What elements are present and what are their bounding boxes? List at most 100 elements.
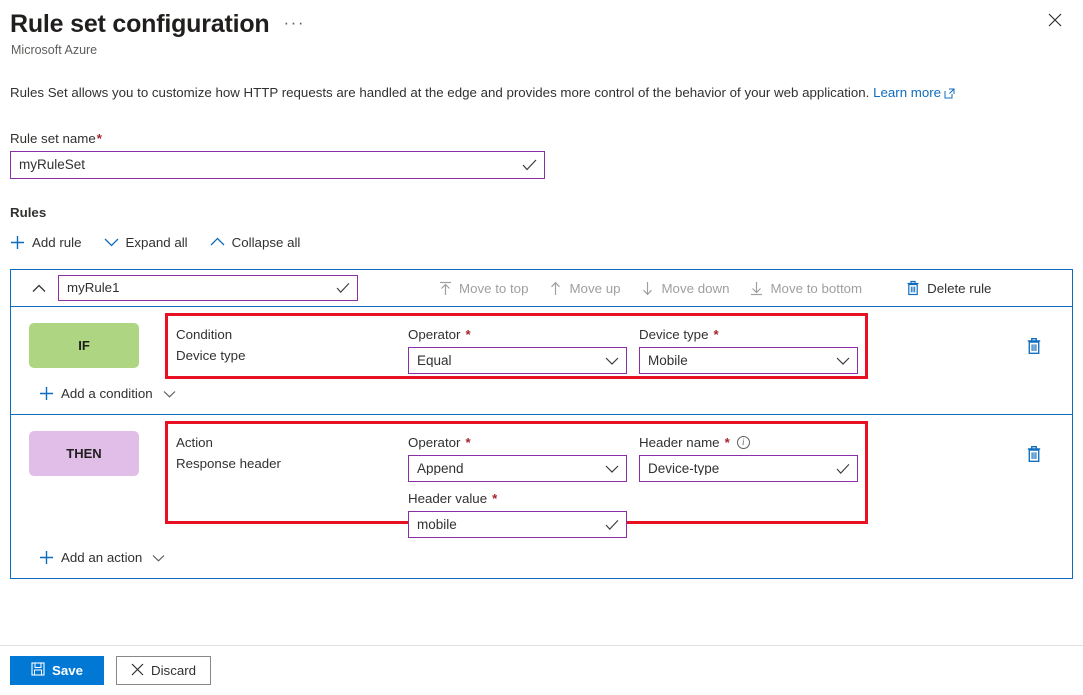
then-operator-label-text: Operator — [408, 434, 460, 451]
if-operator-label-text: Operator — [408, 326, 460, 343]
description-body: Rules Set allows you to customize how HT… — [10, 85, 869, 100]
then-operator-dropdown[interactable]: Append — [408, 455, 627, 482]
required-asterisk: * — [492, 490, 497, 507]
header-name-label-text: Header name — [639, 434, 720, 451]
header-value-value: mobile — [417, 518, 457, 532]
plus-icon — [10, 235, 25, 250]
description-text: Rules Set allows you to customize how HT… — [10, 84, 1083, 103]
move-to-bottom-icon — [750, 281, 763, 296]
rules-section: Rules Add rule Expand all Collapse all — [10, 205, 1083, 255]
arrow-up-icon — [549, 281, 562, 296]
title-row: Rule set configuration ··· — [10, 10, 1067, 39]
rule-collapse-toggle[interactable] — [28, 284, 50, 293]
close-button[interactable] — [1041, 6, 1069, 34]
header-name-label: Header name * i — [639, 434, 855, 451]
move-to-top-label: Move to top — [459, 281, 528, 296]
delete-condition-button[interactable] — [1026, 337, 1042, 358]
header-value-label-text: Header value — [408, 490, 487, 507]
rule-set-name-label: Rule set name* — [10, 131, 1083, 146]
delete-rule-button[interactable]: Delete rule — [906, 280, 991, 296]
move-to-top-icon — [439, 281, 452, 296]
if-clause-section: IF Condition Device type Operator* Equal — [11, 307, 1072, 414]
chevron-up-icon — [32, 284, 46, 293]
if-condition-column: Condition Device type — [176, 326, 408, 374]
condition-label: Condition — [176, 326, 408, 343]
chevron-down-icon — [836, 356, 850, 365]
move-down-label: Move down — [661, 281, 729, 296]
rules-heading: Rules — [10, 205, 1083, 220]
rule-set-name-value: myRuleSet — [19, 158, 85, 172]
more-options-button[interactable]: ··· — [284, 14, 305, 31]
page-title: Rule set configuration — [10, 10, 270, 39]
chevron-down-icon — [152, 554, 165, 562]
chevron-down-icon — [605, 464, 619, 473]
expand-all-button[interactable]: Expand all — [104, 235, 188, 250]
collapse-all-button[interactable]: Collapse all — [210, 235, 301, 250]
rule-panel: myRule1 Move to top Move up Move down Mo… — [10, 269, 1073, 579]
header-name-value: Device-type — [648, 462, 719, 476]
move-up-label: Move up — [569, 281, 620, 296]
rules-command-bar: Add rule Expand all Collapse all — [10, 229, 1083, 255]
close-icon — [131, 663, 144, 679]
move-down-button[interactable]: Move down — [641, 281, 729, 296]
then-operator-column: Operator * Append Header value * mobile — [408, 434, 639, 538]
move-to-bottom-label: Move to bottom — [770, 281, 862, 296]
add-condition-button[interactable]: Add a condition — [11, 374, 1072, 414]
move-up-button[interactable]: Move up — [549, 281, 620, 296]
condition-value: Device type — [176, 347, 408, 364]
plus-icon — [39, 386, 54, 401]
plus-icon — [39, 550, 54, 565]
save-button[interactable]: Save — [10, 656, 104, 685]
device-type-dropdown[interactable]: Mobile — [639, 347, 858, 374]
device-type-value: Mobile — [648, 354, 688, 368]
if-operator-dropdown[interactable]: Equal — [408, 347, 627, 374]
trash-icon — [1026, 445, 1042, 463]
learn-more-link[interactable]: Learn more — [873, 85, 941, 100]
close-icon — [1048, 13, 1062, 27]
footer-action-bar: Save Discard — [0, 645, 1083, 695]
rule-name-input[interactable]: myRule1 — [58, 275, 358, 301]
arrow-down-icon — [641, 281, 654, 296]
trash-icon — [906, 280, 920, 296]
rule-set-name-label-text: Rule set name — [10, 131, 96, 146]
then-columns: Action Response header Operator * Append … — [165, 429, 1072, 538]
required-asterisk: * — [465, 434, 470, 451]
then-action-column: Action Response header — [176, 434, 408, 538]
add-rule-label: Add rule — [32, 235, 82, 250]
rule-set-name-input[interactable]: myRuleSet — [10, 151, 545, 179]
rule-header-row: myRule1 Move to top Move up Move down Mo… — [11, 270, 1072, 307]
then-clause-section: THEN Action Response header Operator * Ap… — [11, 414, 1072, 578]
learn-more-label: Learn more — [873, 85, 941, 100]
required-asterisk: * — [713, 326, 718, 343]
header-value-input[interactable]: mobile — [408, 511, 627, 538]
if-columns: Condition Device type Operator* Equal — [165, 321, 1072, 374]
device-type-label-text: Device type — [639, 326, 708, 343]
discard-button[interactable]: Discard — [116, 656, 211, 685]
if-operator-label: Operator* — [408, 326, 639, 343]
discard-label: Discard — [151, 663, 196, 678]
external-link-icon — [944, 86, 955, 103]
rule-name-value: myRule1 — [67, 281, 119, 294]
if-clause-body: Condition Device type Operator* Equal — [165, 321, 1072, 374]
add-action-label: Add an action — [61, 550, 142, 565]
rule-move-commands: Move to top Move up Move down Move to bo… — [439, 280, 991, 296]
header-name-input[interactable]: Device-type — [639, 455, 858, 482]
add-action-button[interactable]: Add an action — [11, 538, 1072, 578]
add-rule-button[interactable]: Add rule — [10, 235, 82, 250]
move-to-top-button[interactable]: Move to top — [439, 281, 528, 296]
add-condition-label: Add a condition — [61, 386, 153, 401]
action-value: Response header — [176, 455, 408, 472]
device-type-label: Device type * — [639, 326, 855, 343]
delete-rule-label: Delete rule — [927, 281, 991, 296]
required-asterisk: * — [725, 434, 730, 451]
then-badge: THEN — [29, 431, 139, 476]
valid-check-icon — [836, 463, 850, 474]
then-operator-label: Operator * — [408, 434, 639, 451]
info-icon[interactable]: i — [737, 436, 750, 449]
trash-icon — [1026, 337, 1042, 355]
move-to-bottom-button[interactable]: Move to bottom — [750, 281, 862, 296]
if-device-type-column: Device type * Mobile — [639, 326, 855, 374]
then-header-name-column: Header name * i Device-type — [639, 434, 855, 538]
delete-action-button[interactable] — [1026, 445, 1042, 466]
rule-set-name-block: Rule set name* myRuleSet — [10, 131, 1083, 179]
